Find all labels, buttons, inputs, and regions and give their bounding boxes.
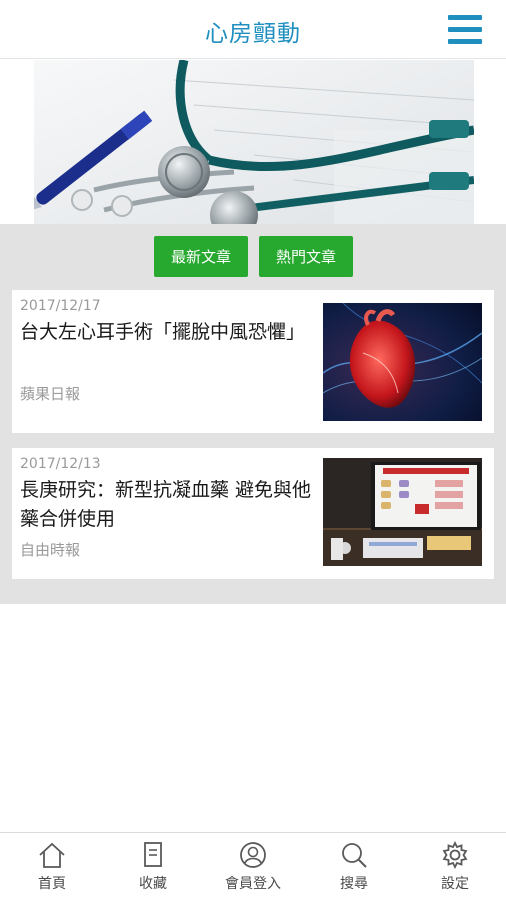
- nav-home[interactable]: 首頁: [2, 841, 102, 899]
- menu-icon[interactable]: [448, 15, 482, 44]
- page-title: 心房顫動: [205, 21, 301, 47]
- article-card[interactable]: 2017/12/17 台大左心耳手術「擺脫中風恐懼」 蘋果日報: [12, 290, 494, 433]
- nav-member-login-label: 會員登入: [225, 876, 281, 892]
- nav-bookmarks[interactable]: 收藏: [103, 841, 203, 899]
- tab-hot-articles[interactable]: 熱門文章: [259, 236, 353, 277]
- search-icon: [342, 843, 367, 868]
- bookmark-icon: [144, 842, 162, 867]
- article-card[interactable]: 2017/12/13 長庚研究：新型抗凝血藥 避免與他藥合併使用 自由時報: [12, 448, 494, 579]
- article-source: 蘋果日報: [20, 385, 81, 403]
- nav-member-login[interactable]: 會員登入: [203, 841, 303, 899]
- article-headline: 台大左心耳手術「擺脫中風恐懼」: [20, 321, 306, 343]
- article-date: 2017/12/13: [20, 456, 101, 472]
- gear-icon: [442, 841, 468, 869]
- article-date: 2017/12/17: [20, 298, 101, 314]
- home-icon: [39, 842, 65, 868]
- article-source: 自由時報: [20, 541, 81, 559]
- article-thumbnail: [323, 458, 482, 566]
- app-header: 心房顫動: [0, 0, 506, 59]
- banner-image: [34, 60, 474, 224]
- article-thumbnail: [323, 303, 482, 421]
- article-tabs: 最新文章 熱門文章: [0, 236, 506, 278]
- nav-search-label: 搜尋: [340, 876, 368, 892]
- nav-home-label: 首頁: [38, 876, 66, 892]
- nav-search[interactable]: 搜尋: [304, 841, 404, 899]
- nav-settings[interactable]: 設定: [405, 841, 505, 899]
- bottom-nav: 首頁 收藏 會員登入 搜尋 設定: [0, 832, 506, 901]
- article-section: 最新文章 熱門文章 2017/12/17 台大左心耳手術「擺脫中風恐懼」 蘋果日…: [0, 224, 506, 604]
- nav-settings-label: 設定: [441, 876, 469, 892]
- nav-bookmarks-label: 收藏: [139, 876, 167, 892]
- tab-latest-articles[interactable]: 最新文章: [154, 236, 248, 277]
- article-headline: 長庚研究：新型抗凝血藥 避免與他藥合併使用: [20, 479, 312, 530]
- user-icon: [240, 842, 266, 868]
